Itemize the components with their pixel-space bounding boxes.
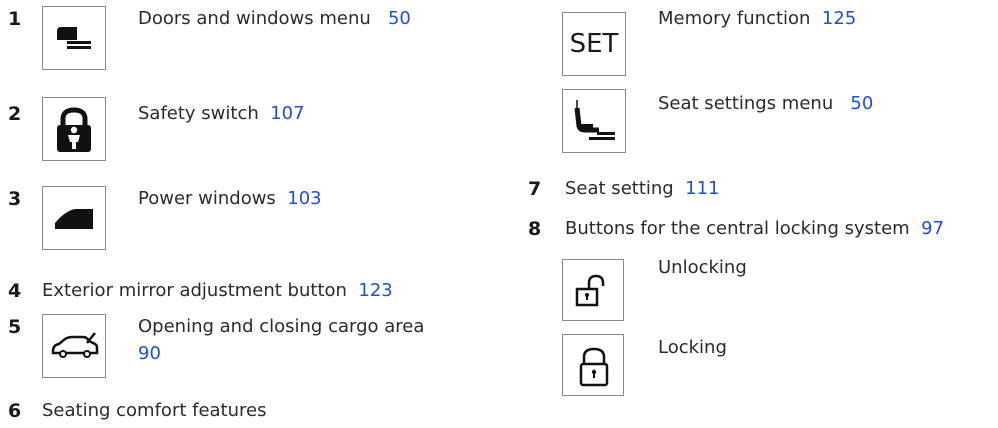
lock-icon	[562, 334, 624, 396]
item-label: Safety switch 107	[138, 103, 305, 124]
page-link[interactable]: 97	[921, 218, 944, 239]
door-window-icon	[42, 6, 106, 70]
item-label: Seat settings menu 50	[658, 93, 874, 114]
page-link[interactable]: 111	[685, 178, 719, 199]
unlock-icon	[562, 259, 624, 321]
seat-settings-icon	[562, 89, 626, 153]
item-label: Exterior mirror adjustment button 123	[42, 280, 393, 301]
item-label: Memory function 125	[658, 8, 857, 29]
item-number: 2	[8, 103, 22, 125]
page-link[interactable]: 50	[850, 93, 873, 114]
page-link[interactable]: 125	[822, 8, 856, 29]
item-label: Seat setting 111	[565, 178, 720, 199]
page-link[interactable]: 50	[388, 8, 411, 29]
child-lock-icon	[42, 97, 106, 161]
item-label: Buttons for the central locking system 9…	[565, 218, 945, 239]
item-number: 6	[8, 400, 22, 422]
item-label: Power windows 103	[138, 188, 322, 209]
item-label: Unlocking	[658, 257, 747, 278]
item-number: 7	[528, 178, 542, 200]
item-number: 4	[8, 280, 22, 302]
page-link[interactable]: 90	[138, 343, 161, 364]
item-label: Doors and windows menu 50	[138, 8, 411, 29]
page-link[interactable]: 103	[287, 188, 321, 209]
car-trunk-icon	[42, 314, 106, 378]
item-number: 8	[528, 218, 542, 240]
page-link[interactable]: 107	[270, 103, 304, 124]
window-icon	[42, 186, 106, 250]
item-label: Seating comfort features	[42, 400, 267, 421]
page-link[interactable]: 123	[358, 280, 392, 301]
item-label: Locking	[658, 337, 727, 358]
item-label: Opening and closing cargo area	[138, 316, 425, 337]
item-number: 3	[8, 188, 22, 210]
set-icon: SET	[562, 12, 626, 76]
set-icon-text: SET	[569, 29, 619, 59]
item-number: 5	[8, 316, 22, 338]
item-number: 1	[8, 8, 22, 30]
